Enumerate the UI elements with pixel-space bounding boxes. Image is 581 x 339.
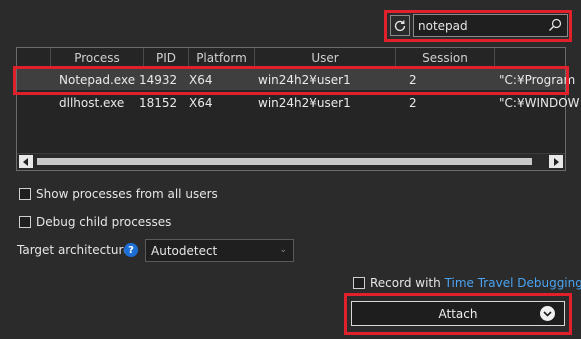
attach-dropdown-button[interactable] [540, 306, 555, 321]
debug-child-label[interactable]: Debug child processes [36, 215, 171, 229]
target-architecture-label: Target architecture: [17, 243, 135, 257]
column-header-user[interactable]: User [255, 51, 395, 65]
selected-row-highlight [13, 66, 569, 95]
record-ttd-prefix: Record with [370, 276, 445, 290]
chevron-down-icon [543, 310, 552, 317]
scroll-right-button[interactable] [549, 155, 563, 168]
refresh-button[interactable] [390, 15, 410, 36]
cell-process: dllhost.exe [59, 96, 125, 110]
search-icon[interactable] [548, 18, 562, 32]
arrow-left-icon [23, 157, 28, 166]
horizontal-scrollbar[interactable] [17, 153, 565, 170]
attach-button[interactable]: Attach [351, 301, 565, 326]
column-header-platform[interactable]: Platform [189, 51, 254, 65]
cell-session: 2 [409, 96, 417, 110]
arrow-right-icon [554, 157, 559, 166]
show-all-users-label[interactable]: Show processes from all users [36, 187, 218, 201]
show-all-users-checkbox[interactable] [19, 188, 31, 200]
record-ttd-checkbox[interactable] [353, 277, 365, 289]
help-icon[interactable]: ? [124, 243, 138, 257]
table-header: Process PID Platform User Session [17, 48, 565, 68]
target-architecture-value: Autodetect [151, 244, 218, 258]
search-input[interactable] [418, 17, 544, 34]
debug-child-checkbox[interactable] [19, 216, 31, 228]
chevron-down-icon: ⌄ [279, 245, 287, 255]
column-header-process[interactable]: Process [51, 51, 143, 65]
cell-user: win24h2¥user1 [258, 96, 351, 110]
target-architecture-select[interactable]: Autodetect ⌄ [145, 239, 294, 262]
cell-pid: 18152 [139, 96, 178, 110]
cell-platform: X64 [189, 96, 213, 110]
search-box[interactable] [413, 14, 568, 37]
scroll-left-button[interactable] [19, 155, 33, 168]
record-ttd-label[interactable]: Record with Time Travel Debugging [370, 276, 581, 290]
refresh-icon [394, 20, 406, 31]
scrollbar-thumb[interactable] [37, 158, 532, 165]
time-travel-debugging-link[interactable]: Time Travel Debugging [445, 276, 581, 290]
attach-label: Attach [438, 307, 478, 321]
column-header-session[interactable]: Session [396, 51, 494, 65]
table-row[interactable]: dllhost.exe 18152 X64 win24h2¥user1 2 "C… [17, 92, 580, 113]
column-header-pid[interactable]: PID [144, 51, 188, 65]
cell-command: "C:¥WINDOW [499, 96, 580, 110]
